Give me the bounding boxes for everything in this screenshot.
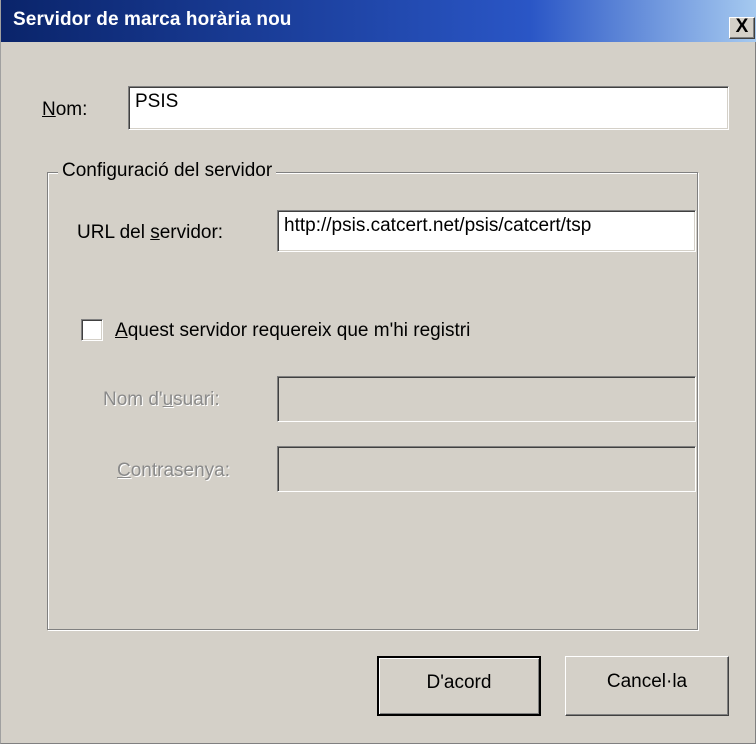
username-input[interactable] bbox=[277, 376, 696, 422]
name-label: Nom: bbox=[42, 99, 88, 120]
requires-registration-label[interactable]: Aquest servidor requereix que m'hi regis… bbox=[115, 320, 470, 342]
timestamp-server-dialog: Servidor de marca horària nou X Nom: PSI… bbox=[0, 0, 756, 744]
password-label: Contrasenya: bbox=[117, 460, 231, 481]
cancel-button[interactable]: Cancel·la bbox=[565, 656, 729, 716]
name-input[interactable]: PSIS bbox=[128, 86, 729, 130]
password-input[interactable] bbox=[277, 446, 696, 492]
url-label: URL del servidor: bbox=[77, 222, 224, 243]
requires-registration-checkbox[interactable] bbox=[81, 319, 103, 341]
cancel-button-label: Cancel·la bbox=[606, 671, 688, 692]
window-title: Servidor de marca horària nou bbox=[13, 9, 292, 30]
ok-button[interactable]: D'acord bbox=[377, 656, 541, 716]
server-config-legend: Configuració del servidor bbox=[58, 160, 277, 182]
close-button[interactable]: X bbox=[729, 16, 755, 39]
username-label: Nom d'usuari: bbox=[103, 389, 220, 410]
url-input[interactable]: http://psis.catcert.net/psis/catcert/tsp bbox=[277, 210, 696, 252]
title-bar[interactable]: Servidor de marca horària nou X bbox=[1, 0, 756, 42]
ok-button-label: D'acord bbox=[426, 672, 492, 693]
close-icon: X bbox=[735, 16, 749, 37]
